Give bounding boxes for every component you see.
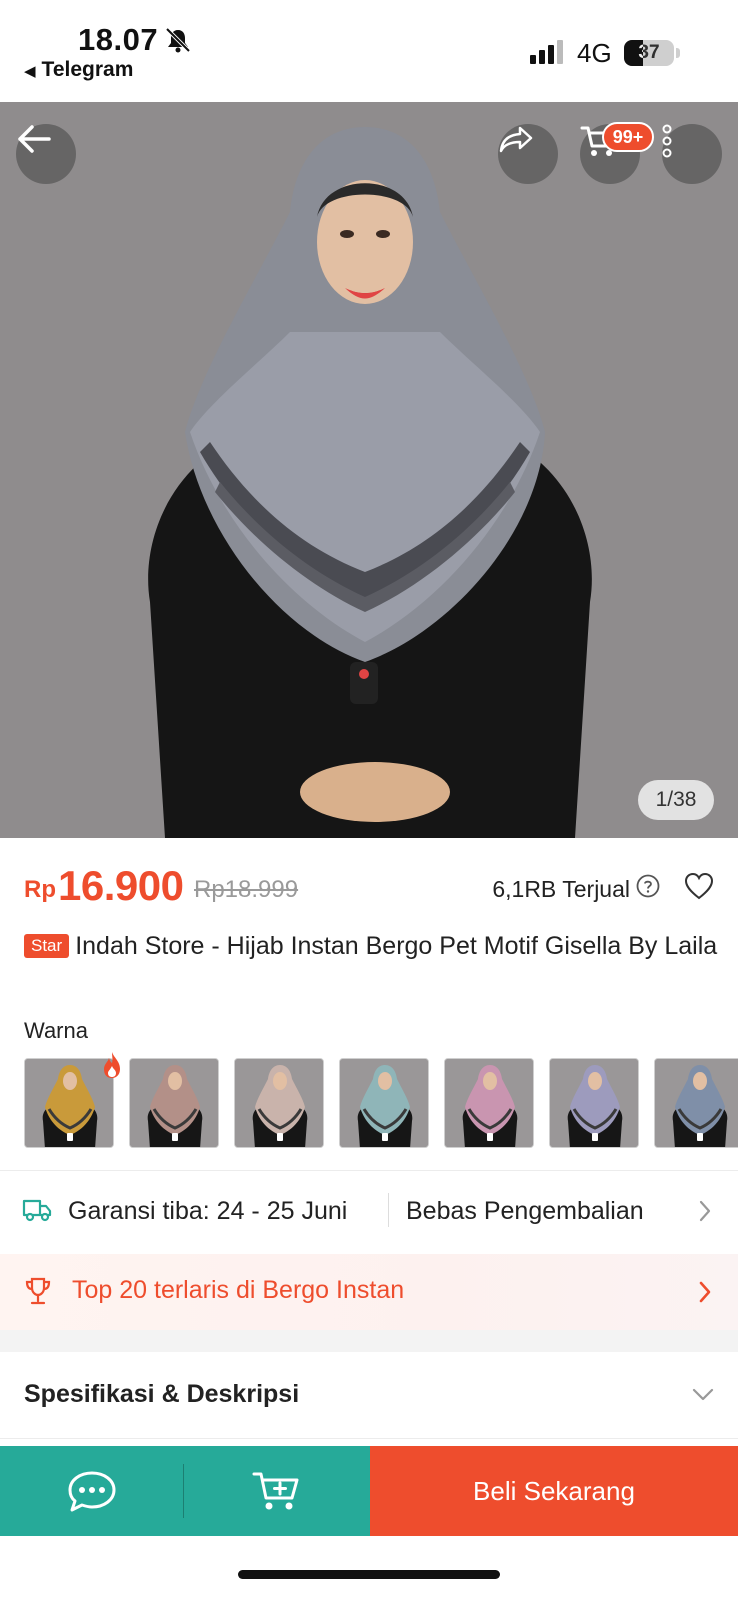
fire-icon	[104, 1052, 120, 1078]
share-icon	[499, 126, 533, 153]
chat-button[interactable]	[0, 1446, 184, 1536]
variant-thumbnail[interactable]	[234, 1058, 324, 1148]
more-vertical-icon	[662, 124, 672, 158]
network-type: 4G	[577, 38, 612, 68]
price-currency: Rp	[24, 876, 56, 903]
variant-photo	[235, 1059, 323, 1147]
heart-icon[interactable]	[684, 872, 714, 900]
variant-photo	[445, 1059, 533, 1147]
shipping-row[interactable]: Garansi tiba: 24 - 25 Juni Bebas Pengemb…	[0, 1175, 738, 1251]
truck-icon	[22, 1199, 52, 1222]
variant-label: Warna	[24, 1018, 88, 1043]
variant-thumbnail[interactable]	[549, 1058, 639, 1148]
status-bar: 18.07 ◀ Telegram 4G 37	[0, 0, 738, 102]
home-indicator[interactable]	[238, 1570, 500, 1579]
spec-title: Spesifikasi & Deskripsi	[24, 1380, 300, 1408]
cart-count-badge: 99+	[602, 122, 654, 152]
variant-photo	[130, 1059, 218, 1147]
star-badge: Star	[24, 934, 70, 958]
ranking-row[interactable]: Top 20 terlaris di Bergo Instan	[0, 1254, 738, 1330]
back-button[interactable]	[16, 124, 76, 184]
spec-row[interactable]: Spesifikasi & Deskripsi	[0, 1352, 738, 1438]
chat-icon	[68, 1471, 116, 1512]
bell-slash-icon	[165, 27, 191, 53]
chevron-down-icon	[692, 1388, 714, 1401]
add-to-cart-icon	[252, 1472, 299, 1510]
battery-tip	[676, 48, 680, 58]
back-app-label: Telegram	[41, 58, 134, 81]
original-price: Rp18.999	[194, 876, 299, 903]
buy-now-button[interactable]: Beli Sekarang	[370, 1446, 738, 1536]
battery-level: 37	[638, 42, 660, 63]
ranking-text: Top 20 terlaris di Bergo Instan	[72, 1276, 405, 1304]
variant-thumbnail[interactable]	[129, 1058, 219, 1148]
shipping-separator	[388, 1193, 389, 1227]
product-title-text: Indah Store - Hijab Instan Bergo Pet Mot…	[75, 932, 718, 960]
trophy-icon	[25, 1277, 51, 1305]
variant-thumbnail[interactable]	[444, 1058, 534, 1148]
product-photo	[0, 102, 738, 838]
product-title: Star Indah Store - Hijab Instan Bergo Pet…	[24, 930, 724, 962]
help-icon[interactable]	[636, 874, 660, 898]
variant-list	[24, 1058, 738, 1148]
battery-indicator: 37	[624, 40, 674, 66]
add-to-cart-button[interactable]	[184, 1446, 370, 1536]
variant-photo	[655, 1059, 738, 1147]
price-value: 16.900	[58, 862, 184, 909]
back-to-telegram[interactable]: ◀ Telegram	[24, 58, 133, 82]
section-gap	[0, 1330, 738, 1352]
variant-thumbnail[interactable]	[654, 1058, 738, 1148]
product-image[interactable]	[0, 102, 738, 838]
sold-count: 6,1RB Terjual	[492, 876, 630, 902]
back-triangle-icon: ◀	[24, 63, 36, 80]
bottom-action-bar: Beli Sekarang	[0, 1446, 738, 1536]
more-button[interactable]	[662, 124, 722, 184]
divider	[0, 1438, 738, 1439]
free-returns: Bebas Pengembalian	[406, 1197, 644, 1225]
delivery-guarantee: Garansi tiba: 24 - 25 Juni	[68, 1197, 348, 1225]
price-row: Rp 16.900 Rp18.999 6,1RB Terjual	[24, 862, 714, 912]
variant-photo	[340, 1059, 428, 1147]
chevron-right-icon	[699, 1281, 711, 1303]
variant-photo	[550, 1059, 638, 1147]
divider	[0, 1170, 738, 1171]
variant-thumbnail[interactable]	[339, 1058, 429, 1148]
chevron-right-icon	[699, 1200, 711, 1222]
image-counter: 1/38	[638, 780, 714, 820]
share-button[interactable]	[498, 124, 558, 184]
status-time: 18.07	[78, 22, 159, 57]
signal-icon	[530, 40, 563, 64]
back-arrow-icon	[18, 125, 51, 153]
